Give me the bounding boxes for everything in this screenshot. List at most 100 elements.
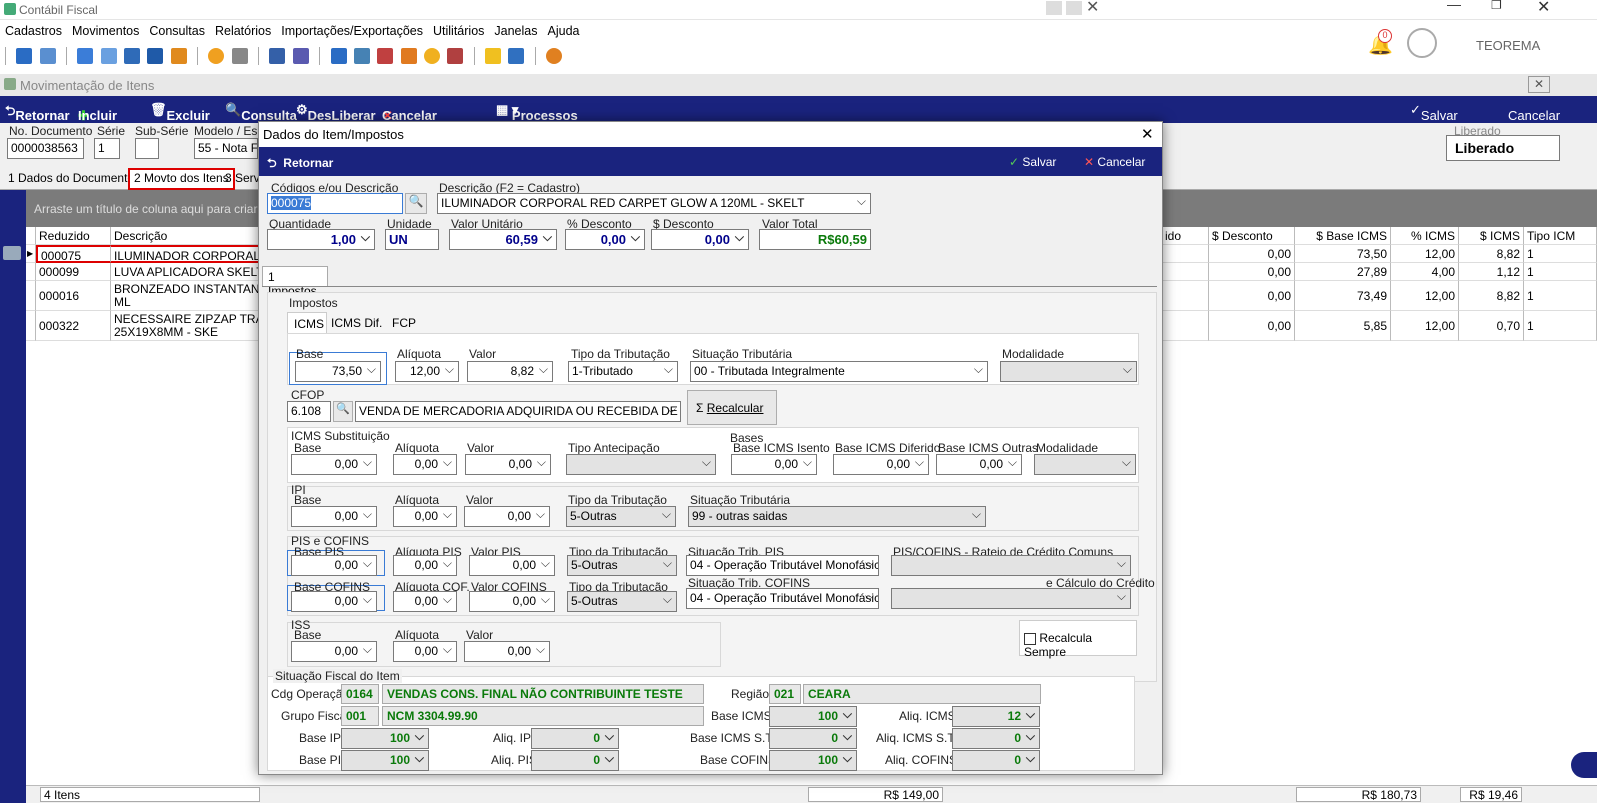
toolbar-icon[interactable] bbox=[400, 48, 417, 64]
pct-desconto-input[interactable]: 0,00 bbox=[565, 229, 645, 250]
table-cell[interactable]: 12,00 bbox=[1391, 311, 1459, 341]
table-cell[interactable]: 73,50 bbox=[1295, 245, 1391, 263]
ipi-base-input[interactable]: 0,00 bbox=[291, 506, 377, 527]
toolbar-icon[interactable] bbox=[231, 48, 248, 64]
menu-ajuda[interactable]: Ajuda bbox=[543, 20, 585, 42]
valor-pis-input[interactable]: 0,00 bbox=[469, 555, 555, 576]
descricao-select[interactable]: ILUMINADOR CORPORAL RED CARPET GLOW A 12… bbox=[437, 193, 871, 214]
table-cell[interactable]: 0,00 bbox=[1209, 311, 1295, 341]
toolbar-icon[interactable] bbox=[447, 48, 464, 64]
restore-icon[interactable]: ❐ bbox=[1491, 0, 1502, 12]
tab-movto-itens[interactable]: 2 Movto dos Itens bbox=[128, 168, 235, 190]
diferido-input[interactable]: 0,00 bbox=[833, 454, 929, 475]
iss-valor-input[interactable]: 0,00 bbox=[464, 641, 550, 662]
menu-relatorios[interactable]: Relatórios bbox=[210, 20, 276, 42]
table-cell[interactable]: 12,00 bbox=[1391, 281, 1459, 311]
table-cell[interactable]: 4,00 bbox=[1391, 263, 1459, 281]
sf-aliq-pis[interactable]: 0 bbox=[531, 750, 619, 771]
retornar-button[interactable]: ⮌ Retornar bbox=[5, 102, 70, 124]
tipo-pis-select[interactable]: 5-Outras bbox=[567, 555, 677, 576]
subtab-icms[interactable]: ICMS bbox=[287, 312, 327, 334]
toolbar-icon[interactable] bbox=[353, 48, 370, 64]
close-x-icon[interactable]: ✕ bbox=[1086, 0, 1099, 17]
recalcula-sempre-checkbox[interactable]: Recalcula Sempre bbox=[1019, 620, 1137, 659]
arrows-icon[interactable] bbox=[1066, 1, 1082, 15]
toolbar-icon[interactable] bbox=[330, 48, 347, 64]
table-cell[interactable]: 000075 bbox=[36, 245, 111, 263]
serie-field[interactable]: 1 bbox=[94, 138, 120, 159]
table-cell[interactable]: 0,00 bbox=[1209, 245, 1295, 263]
salvar-button[interactable]: ✓ Salvar bbox=[1410, 102, 1458, 123]
dialog-close-icon[interactable]: ✕ bbox=[1141, 125, 1154, 143]
tab-dados-documento[interactable]: 1 Dados do Documento bbox=[8, 171, 134, 185]
quantidade-input[interactable]: 1,00 bbox=[267, 229, 375, 250]
outras-input[interactable]: 0,00 bbox=[936, 454, 1022, 475]
col-desconto[interactable]: $ Desconto bbox=[1209, 227, 1295, 245]
checkbox-box[interactable] bbox=[1024, 632, 1036, 645]
toolbar-icon[interactable] bbox=[508, 48, 525, 64]
toolbar-icon[interactable] bbox=[208, 48, 225, 64]
avatar[interactable] bbox=[1407, 28, 1437, 58]
icms-valor-input[interactable]: 8,82 bbox=[467, 361, 553, 382]
sf-base-cofins[interactable]: 100 bbox=[769, 750, 857, 771]
subtab-icms-dif[interactable]: ICMS Dif. bbox=[331, 316, 382, 330]
grid-icon[interactable] bbox=[1046, 1, 1062, 15]
icms-tipo-select[interactable]: 1-Tributado bbox=[568, 361, 678, 382]
table-cell[interactable]: 1 bbox=[1524, 263, 1597, 281]
st-base-input[interactable]: 0,00 bbox=[291, 454, 377, 475]
recalcular-button[interactable]: Σ Recalcular bbox=[687, 390, 777, 425]
sf-base-ipi[interactable]: 100 bbox=[341, 728, 429, 749]
sf-base-icms-st[interactable]: 0 bbox=[769, 728, 857, 749]
col-reduzido[interactable]: Reduzido bbox=[36, 227, 111, 245]
sit-pis-select[interactable]: 04 - Operação Tributável Monofásica bbox=[686, 555, 879, 576]
desliberar-button[interactable]: ⚙ DesLiberar bbox=[296, 102, 376, 123]
table-cell[interactable]: 8,82 bbox=[1459, 245, 1524, 263]
col-partial[interactable]: ido bbox=[1162, 227, 1209, 245]
col-base-icms[interactable]: $ Base ICMS bbox=[1295, 227, 1391, 245]
ipi-tipo-select[interactable]: 5-Outras bbox=[566, 506, 676, 527]
valor-unitario-input[interactable]: 60,59 bbox=[449, 229, 557, 250]
dialog-retornar-button[interactable]: ⮌ Retornar bbox=[267, 154, 333, 175]
icms-situacao-select[interactable]: 00 - Tributada Integralmente bbox=[690, 361, 988, 382]
table-cell[interactable]: 1 bbox=[1524, 245, 1597, 263]
grid-side-icon[interactable] bbox=[3, 246, 21, 260]
st-valor-input[interactable]: 0,00 bbox=[465, 454, 551, 475]
table-cell[interactable]: 73,49 bbox=[1295, 281, 1391, 311]
st-modalidade-select[interactable] bbox=[1034, 454, 1136, 475]
dialog-cancelar-button[interactable]: ✕ Cancelar bbox=[1084, 155, 1145, 169]
table-cell[interactable]: 000099 bbox=[36, 263, 111, 281]
toolbar-icon[interactable] bbox=[170, 48, 187, 64]
icms-base-input[interactable]: 73,50 bbox=[295, 361, 381, 382]
tab-servicos[interactable]: 3 Servi bbox=[225, 171, 262, 185]
col-tipo-icms[interactable]: Tipo ICM bbox=[1524, 227, 1597, 245]
calc-credito-select[interactable] bbox=[891, 588, 1131, 609]
table-cell[interactable]: 1 bbox=[1524, 311, 1597, 341]
sf-aliq-icms[interactable]: 12 bbox=[952, 706, 1040, 727]
regiao-code[interactable]: 021 bbox=[769, 684, 801, 704]
st-aliquota-input[interactable]: 0,00 bbox=[393, 454, 457, 475]
table-cell[interactable]: 000016 bbox=[36, 281, 111, 311]
table-cell[interactable]: 0,00 bbox=[1209, 281, 1295, 311]
menu-cadastros[interactable]: Cadastros bbox=[0, 20, 67, 42]
table-cell[interactable]: 5,85 bbox=[1295, 311, 1391, 341]
iss-base-input[interactable]: 0,00 bbox=[291, 641, 377, 662]
toolbar-icon[interactable] bbox=[423, 48, 440, 64]
cfop-desc-select[interactable]: VENDA DE MERCADORIA ADQUIRIDA OU RECEBID… bbox=[355, 401, 681, 422]
table-cell[interactable]: LUVA APLICADORA SKELT T bbox=[111, 263, 266, 281]
menu-utilitarios[interactable]: Utilitários bbox=[428, 20, 489, 42]
sf-base-pis[interactable]: 100 bbox=[341, 750, 429, 771]
cfop-search-icon[interactable]: 🔍 bbox=[333, 401, 353, 422]
table-cell[interactable]: 27,89 bbox=[1295, 263, 1391, 281]
codigo-input[interactable]: 000075 bbox=[267, 193, 403, 214]
ipi-aliquota-input[interactable]: 0,00 bbox=[393, 506, 457, 527]
toolbar-icon[interactable] bbox=[124, 48, 141, 64]
table-cell[interactable]: 0,00 bbox=[1209, 263, 1295, 281]
tipo-cofins-select[interactable]: 5-Outras bbox=[567, 591, 677, 612]
sf-base-icms[interactable]: 100 bbox=[769, 706, 857, 727]
toolbar-icon[interactable] bbox=[292, 48, 309, 64]
desconto-input[interactable]: 0,00 bbox=[651, 229, 749, 250]
toolbar-icon[interactable] bbox=[16, 48, 33, 64]
table-cell[interactable]: 12,00 bbox=[1391, 245, 1459, 263]
processos-button[interactable]: ▦ Processos ▾ bbox=[496, 102, 578, 123]
unidade-input[interactable]: UN bbox=[385, 229, 439, 250]
